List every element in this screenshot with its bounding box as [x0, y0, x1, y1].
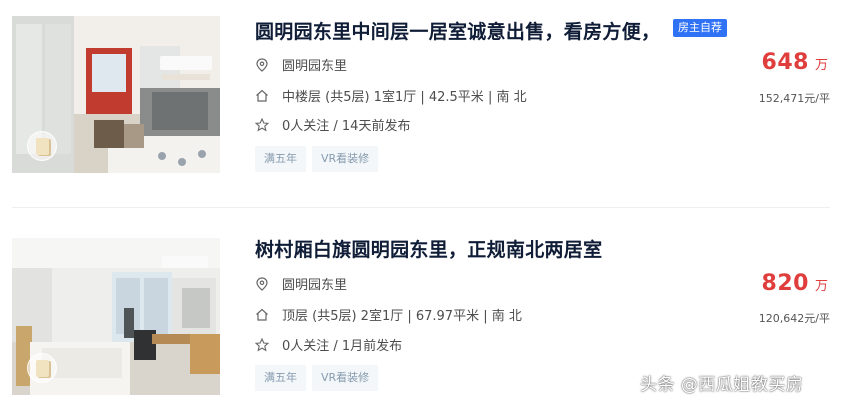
tag-vr-decoration: VR看装修: [312, 365, 379, 391]
listing-title[interactable]: 树村厢白旗圆明园东里，正规南北两居室: [255, 235, 602, 262]
star-icon: [255, 337, 269, 352]
unit-price: 152,471元/平: [758, 92, 830, 105]
follow-info-row: 0人关注 / 1月前发布: [255, 335, 402, 354]
vr-tour-icon[interactable]: [27, 131, 57, 161]
total-price-unit: 万: [814, 58, 828, 73]
total-price-unit: 万: [814, 279, 828, 294]
location-row: 圆明园东里: [255, 55, 347, 74]
location-row: 圆明园东里: [255, 274, 347, 293]
location-link[interactable]: 圆明园东里: [282, 274, 347, 293]
owner-recommend-badge: 房主自荐: [673, 19, 727, 37]
star-icon: [255, 117, 269, 132]
total-price-value: 648: [761, 50, 809, 75]
unit-price: 120,642元/平: [758, 312, 830, 325]
listing-divider: [12, 207, 830, 208]
house-info-text: 中楼层 (共5层) 1室1厅 | 42.5平米 | 南 北: [282, 90, 527, 105]
location-link[interactable]: 圆明园东里: [282, 55, 347, 74]
listing-tags: 满五年 VR看装修: [255, 365, 379, 391]
follow-info-row: 0人关注 / 14天前发布: [255, 115, 410, 134]
house-icon: [255, 308, 269, 322]
house-info-row: 顶层 (共5层) 2室1厅 | 67.97平米 | 南 北: [255, 305, 522, 324]
total-price-value: 820: [761, 271, 809, 296]
listing-photo[interactable]: [12, 238, 220, 395]
listing-card[interactable]: 圆明园东里中间层一居室诚意出售，看房方便， 房主自荐 圆明园东里 中楼层 (共5…: [0, 0, 848, 207]
total-price: 648 万: [762, 50, 828, 75]
follow-info-text: 0人关注 / 1月前发布: [282, 339, 403, 354]
tag-five-years: 满五年: [255, 146, 306, 172]
listing-tags: 满五年 VR看装修: [255, 146, 379, 172]
tag-five-years: 满五年: [255, 365, 306, 391]
total-price: 820 万: [762, 271, 828, 296]
house-icon: [255, 89, 269, 103]
vr-tour-icon[interactable]: [27, 353, 57, 383]
house-info-row: 中楼层 (共5层) 1室1厅 | 42.5平米 | 南 北: [255, 86, 527, 105]
listing-title[interactable]: 圆明园东里中间层一居室诚意出售，看房方便，: [255, 17, 660, 44]
house-info-text: 顶层 (共5层) 2室1厅 | 67.97平米 | 南 北: [282, 309, 522, 324]
location-pin-icon: [255, 276, 269, 291]
location-pin-icon: [255, 57, 269, 72]
listing-photo[interactable]: [12, 16, 220, 173]
follow-info-text: 0人关注 / 14天前发布: [282, 119, 411, 134]
tag-vr-decoration: VR看装修: [312, 146, 379, 172]
watermark-text: 头条 @西瓜姐教买房: [640, 375, 804, 395]
